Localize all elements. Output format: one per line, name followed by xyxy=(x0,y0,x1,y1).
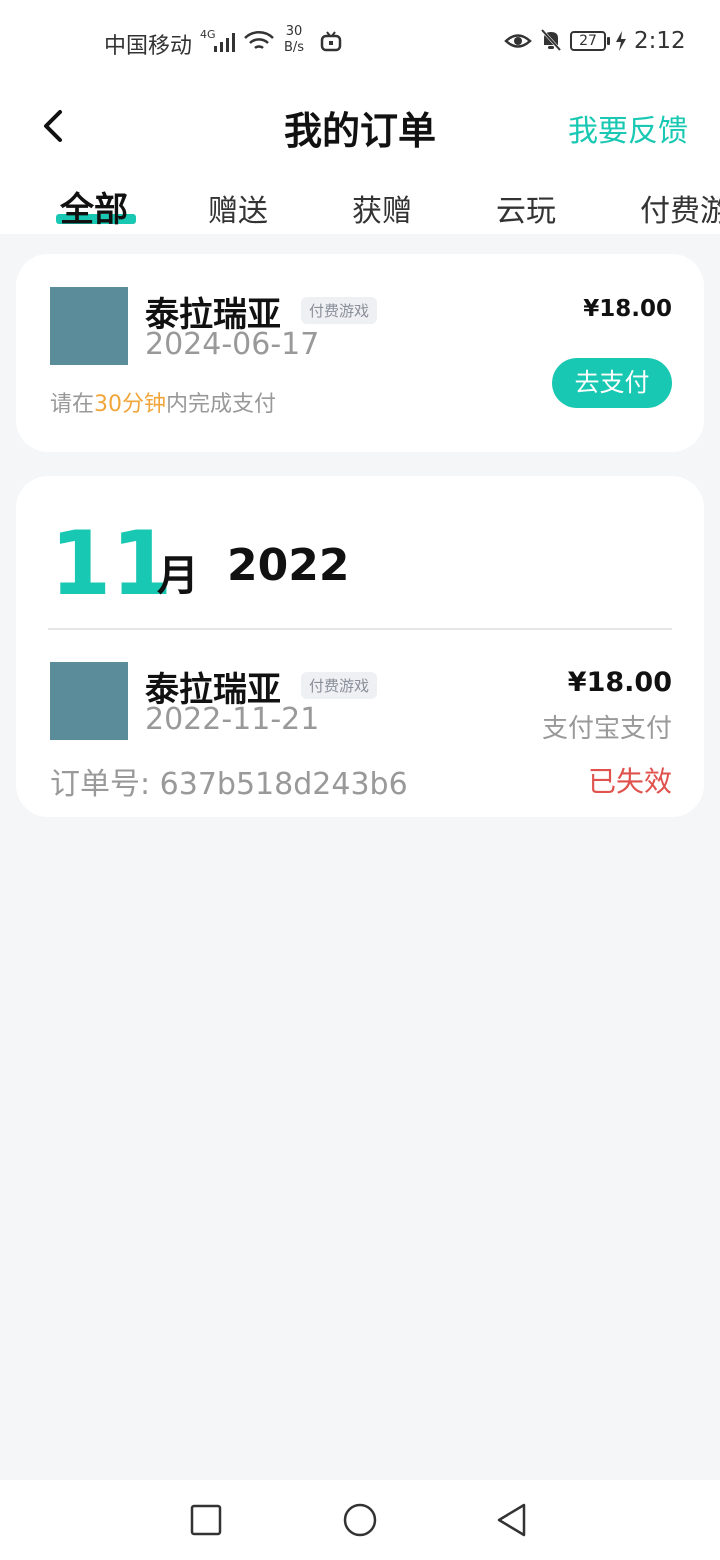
feedback-link[interactable]: 我要反馈 xyxy=(568,106,688,150)
network-speed-unit: B/s xyxy=(284,40,305,55)
recent-apps-icon[interactable] xyxy=(186,1500,226,1540)
game-type-tag: 付费游戏 xyxy=(301,297,378,324)
year: 2022 xyxy=(227,540,350,591)
network-speed: 30 B/s xyxy=(284,24,304,56)
order-status-badge: 已失效 xyxy=(587,765,672,798)
charging-icon xyxy=(616,31,626,51)
wifi-icon xyxy=(244,31,274,50)
tv-app-icon xyxy=(320,31,342,52)
game-thumbnail xyxy=(50,662,128,740)
month-unit: 月 xyxy=(157,551,200,600)
order-number-value: 637b518d243b6 xyxy=(159,767,408,802)
payment-deadline-hint: 请在30分钟内完成支付 xyxy=(50,386,276,418)
hint-suffix: 内完成支付 xyxy=(166,392,277,417)
order-price: ¥18.00 xyxy=(567,667,672,698)
tab-all[interactable]: 全部 xyxy=(60,182,128,231)
order-date: 2024-06-17 xyxy=(145,327,320,362)
hint-prefix: 请在 xyxy=(50,392,95,417)
signal-icon xyxy=(214,32,235,52)
home-icon[interactable] xyxy=(340,1500,380,1540)
battery-icon: 27 xyxy=(570,31,606,51)
network-speed-value: 30 xyxy=(285,24,303,39)
order-date: 2022-11-21 xyxy=(145,702,320,737)
game-type-tag: 付费游戏 xyxy=(301,672,378,699)
tab-cloud-play[interactable]: 云玩 xyxy=(496,186,556,230)
tab-received[interactable]: 获赠 xyxy=(352,186,412,230)
clock: 2:12 xyxy=(634,28,686,54)
carrier-name: 中国移动 xyxy=(104,34,193,59)
tab-paid-games[interactable]: 付费游 xyxy=(640,186,720,230)
eye-icon xyxy=(504,34,532,48)
hint-highlight: 30分钟 xyxy=(94,392,167,417)
back-triangle-icon[interactable] xyxy=(492,1500,532,1540)
order-number-label: 订单号: xyxy=(50,767,151,802)
order-number: 订单号: 637b518d243b6 xyxy=(50,759,408,803)
divider xyxy=(48,628,672,630)
battery-tip xyxy=(607,37,610,45)
game-thumbnail xyxy=(50,287,128,365)
payment-method: 支付宝支付 xyxy=(541,714,672,744)
bell-muted-icon xyxy=(540,28,562,52)
order-price: ¥18.00 xyxy=(583,296,672,322)
month-number: 11 xyxy=(50,512,173,615)
tab-gifted[interactable]: 赠送 xyxy=(208,186,268,230)
pay-now-button[interactable]: 去支付 xyxy=(552,358,672,408)
